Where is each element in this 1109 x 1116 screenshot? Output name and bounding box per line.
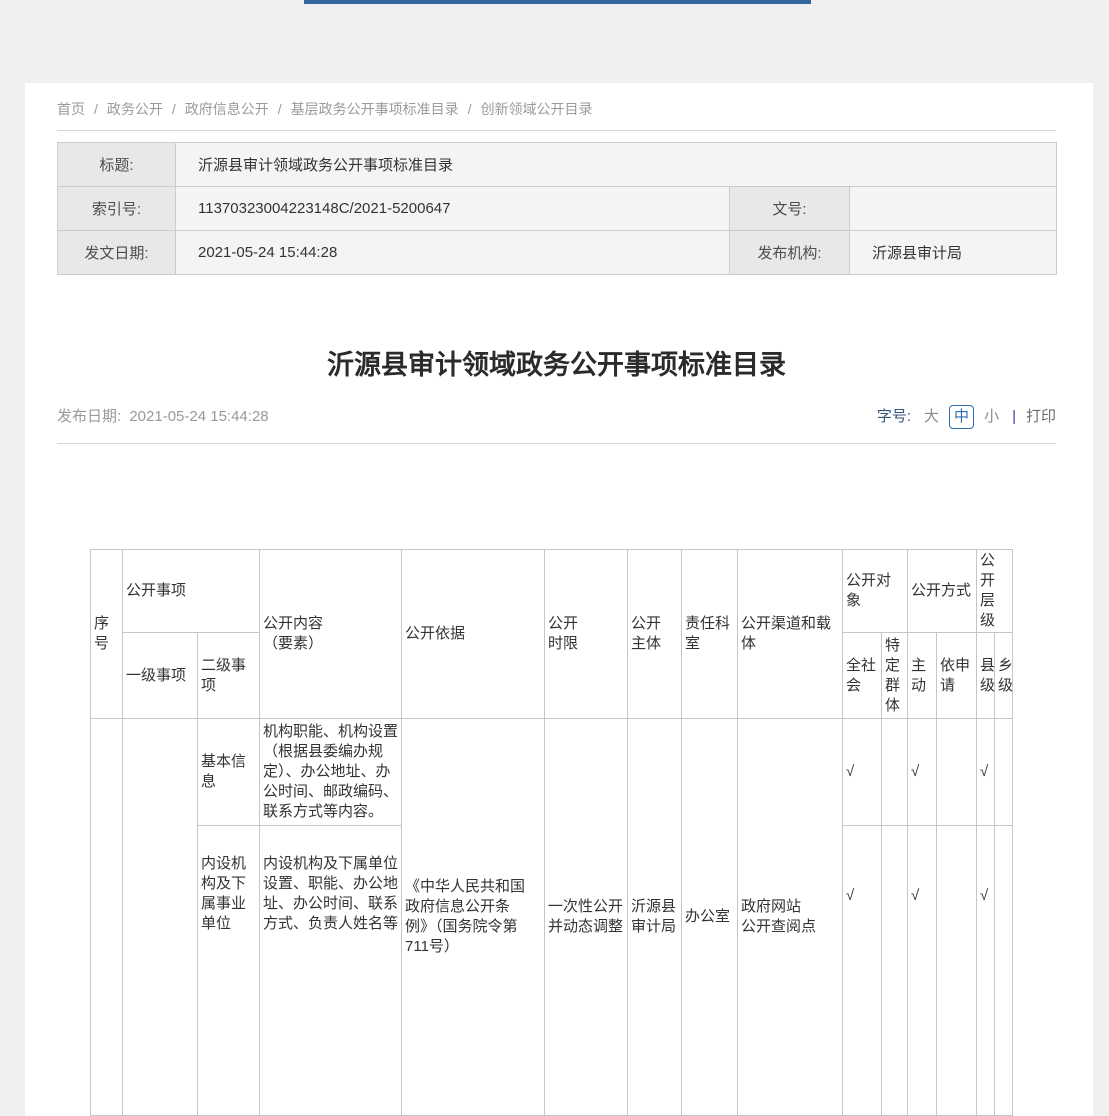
meta-index-value: 11370323004223148C/2021-5200647 <box>176 187 730 231</box>
header-gongkai-duixiang: 公开对象 <box>843 550 908 633</box>
header-yiji-shixiang: 一级事项 <box>123 633 198 719</box>
header-gongkai-cengji: 公开层级 <box>977 550 1013 633</box>
header-gongkai-fangshi: 公开方式 <box>908 550 977 633</box>
cell-neirong: 机构职能、机构设置（根据县委编办规定）、办公地址、办公时间、邮政编码、联系方式等… <box>260 719 402 826</box>
header-gongkai-yiju: 公开依据 <box>402 550 545 719</box>
breadcrumb-item-xinxi[interactable]: 政府信息公开 <box>185 101 269 117</box>
article-divider <box>57 443 1056 444</box>
publish-date-label: 发布日期: <box>57 408 121 425</box>
cell-check-xiangji <box>995 719 1013 826</box>
header-xuhao: 序号 <box>91 550 123 719</box>
breadcrumb-divider <box>57 130 1056 131</box>
cell-check-xiangji <box>995 826 1013 1116</box>
header-quanshehui: 全社会 <box>843 633 882 719</box>
breadcrumb: 首页 / 政务公开 / 政府信息公开 / 基层政务公开事项标准目录 / 创新领域公开目录 <box>57 83 1056 117</box>
header-teding-qunti: 特定群体 <box>882 633 908 719</box>
breadcrumb-item-chuangxin[interactable]: 创新领域公开目录 <box>481 101 593 117</box>
cell-yiju: 《中华人民共和国 政府信息公开条 例》（国务院令第 711号） <box>402 719 545 1116</box>
cell-check-teding <box>882 719 908 826</box>
table-row: 基本信息 机构职能、机构设置（根据县委编办规定）、办公地址、办公时间、邮政编码、… <box>91 719 1013 826</box>
cell-check-xianji: √ <box>977 719 995 826</box>
cell-check-quanshehui: √ <box>843 826 882 1116</box>
header-gongkai-zhuti: 公开 主体 <box>628 550 682 719</box>
cell-qudao: 政府网站 公开查阅点 <box>738 719 843 1116</box>
meta-agency-value: 沂源县审计局 <box>850 231 1057 275</box>
article-toolbar: 发布日期: 2021-05-24 15:44:28 字号: 大 中 小 | 打印 <box>57 405 1056 429</box>
cell-check-quanshehui: √ <box>843 719 882 826</box>
header-gongkai-shixian: 公开 时限 <box>545 550 628 719</box>
breadcrumb-item-biaozhun[interactable]: 基层政务公开事项标准目录 <box>291 101 459 117</box>
breadcrumb-separator: / <box>172 101 176 117</box>
header-erji-shixiang: 二级事项 <box>198 633 260 719</box>
meta-docnum-label: 文号: <box>730 187 850 231</box>
content-panel: 首页 / 政务公开 / 政府信息公开 / 基层政务公开事项标准目录 / 创新领域公开目录 标题:… <box>25 83 1093 1116</box>
header-xianji: 县级 <box>977 633 995 719</box>
breadcrumb-separator: / <box>94 101 98 117</box>
cell-check-yishenqing <box>937 719 977 826</box>
cell-neirong: 内设机构及下属单位设置、职能、办公地址、办公时间、联系方式、负责人姓名等 <box>260 826 402 1116</box>
catalog-table: 序号 公开事项 公开内容 （要素） 公开依据 公开 时限 公开 主体 责任科室 … <box>90 549 1013 1116</box>
header-xiangji: 乡级 <box>995 633 1013 719</box>
cell-yiji-shixiang <box>123 719 198 1116</box>
meta-date-value: 2021-05-24 15:44:28 <box>176 231 730 275</box>
header-zeren-keshi: 责任科室 <box>682 550 738 719</box>
meta-docnum-value <box>850 187 1057 231</box>
cell-erji-shixiang: 基本信息 <box>198 719 260 826</box>
meta-index-label: 索引号: <box>58 187 176 231</box>
header-yishenqing: 依申请 <box>937 633 977 719</box>
cell-check-yishenqing <box>937 826 977 1116</box>
font-size-label: 字号: <box>877 406 911 428</box>
print-button[interactable]: 打印 <box>1026 406 1056 428</box>
meta-title-value: 沂源县审计领域政务公开事项标准目录 <box>176 143 1057 187</box>
header-zhudong: 主动 <box>908 633 937 719</box>
toolbar-separator: | <box>1012 406 1016 428</box>
font-size-large-button[interactable]: 大 <box>924 406 939 428</box>
cell-zhuti: 沂源县 审计局 <box>628 719 682 1116</box>
header-gongkai-shixiang: 公开事项 <box>123 550 260 633</box>
meta-title-label: 标题: <box>58 143 176 187</box>
breadcrumb-item-home[interactable]: 首页 <box>57 101 85 117</box>
publish-date: 发布日期: 2021-05-24 15:44:28 <box>57 406 269 428</box>
cell-erji-shixiang: 内设机构及下属事业单位 <box>198 826 260 1116</box>
publish-date-value: 2021-05-24 15:44:28 <box>129 408 268 425</box>
meta-row-title: 标题: 沂源县审计领域政务公开事项标准目录 <box>58 143 1057 187</box>
font-size-small-button[interactable]: 小 <box>984 406 999 428</box>
cell-check-zhudong: √ <box>908 719 937 826</box>
cell-check-xianji: √ <box>977 826 995 1116</box>
header-gongkai-neirong: 公开内容 （要素） <box>260 550 402 719</box>
meta-date-label: 发文日期: <box>58 231 176 275</box>
catalog-header-row-1: 序号 公开事项 公开内容 （要素） 公开依据 公开 时限 公开 主体 责任科室 … <box>91 550 1013 633</box>
breadcrumb-item-zhengwu[interactable]: 政务公开 <box>107 101 163 117</box>
page-title: 沂源县审计领域政务公开事项标准目录 <box>57 349 1056 381</box>
cell-shixian: 一次性公开 并动态调整 <box>545 719 628 1116</box>
cell-xuhao <box>91 719 123 1116</box>
meta-row-index: 索引号: 11370323004223148C/2021-5200647 文号: <box>58 187 1057 231</box>
breadcrumb-separator: / <box>468 101 472 117</box>
meta-agency-label: 发布机构: <box>730 231 850 275</box>
header-qudao-zaiti: 公开渠道和载体 <box>738 550 843 719</box>
font-size-controls: 字号: 大 中 小 | 打印 <box>877 405 1056 429</box>
cell-keshi: 办公室 <box>682 719 738 1116</box>
breadcrumb-separator: / <box>278 101 282 117</box>
meta-row-date: 发文日期: 2021-05-24 15:44:28 发布机构: 沂源县审计局 <box>58 231 1057 275</box>
document-meta-table: 标题: 沂源县审计领域政务公开事项标准目录 索引号: 1137032300422… <box>57 142 1057 275</box>
font-size-medium-button[interactable]: 中 <box>949 405 974 429</box>
cell-check-teding <box>882 826 908 1116</box>
cell-check-zhudong: √ <box>908 826 937 1116</box>
top-nav-bar-edge <box>304 0 811 4</box>
